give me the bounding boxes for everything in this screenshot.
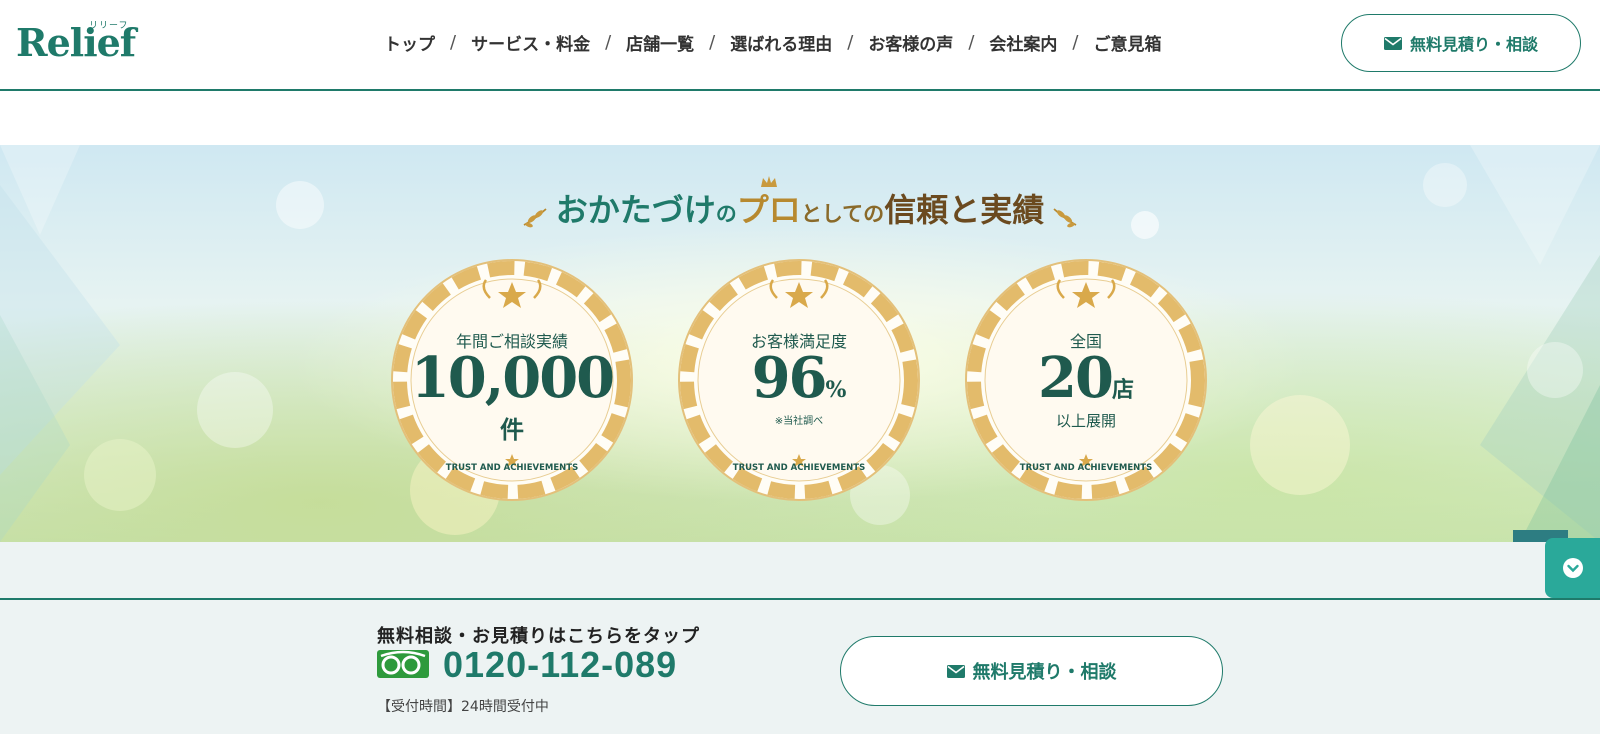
laurel-sprig-left-icon xyxy=(523,207,547,227)
header-estimate-label: 無料見積り・相談 xyxy=(1409,35,1538,54)
nav-separator: / xyxy=(1072,31,1079,53)
footer-estimate-label: 無料見積り・相談 xyxy=(972,662,1117,683)
mail-icon xyxy=(946,664,965,678)
site-header: Relief リリーフ トップ / サービス・料金 / 店舗一覧 / 選ばれる理… xyxy=(0,0,1600,91)
site-logo[interactable]: Relief リリーフ xyxy=(16,16,136,70)
laurel-sprig-right-icon xyxy=(1053,207,1077,227)
section-spacer xyxy=(0,542,1600,598)
nav-separator: / xyxy=(450,31,457,53)
hero-title-part4: としての xyxy=(800,201,885,226)
medal-satisfaction: TRUST AND ACHIEVEMENTS お客様満足度 96% ※当社調べ xyxy=(677,258,921,502)
nav-item-stores[interactable]: 店舗一覧 xyxy=(626,30,694,55)
free-dial-icon xyxy=(377,650,429,678)
nav-separator: / xyxy=(847,31,854,53)
logo-kana: リリーフ xyxy=(89,21,129,31)
crown-icon xyxy=(760,176,777,187)
medal-note: ※当社調べ xyxy=(774,416,824,427)
chevron-down-icon xyxy=(1562,558,1583,578)
reception-hours: 【受付時間】24時間受付中 xyxy=(377,699,549,715)
hero-title-part5: 信頼と実績 xyxy=(884,191,1045,229)
medal-unit: % xyxy=(825,377,847,403)
medal-value-number: 96 xyxy=(751,345,828,411)
hero-title-part1: おかたづけ xyxy=(555,191,716,229)
nav-separator: / xyxy=(968,31,975,53)
nav-item-voices[interactable]: お客様の声 xyxy=(868,30,953,55)
medal-ring-text: TRUST AND ACHIEVEMENTS xyxy=(446,463,578,473)
medal-value-number: 10,000 xyxy=(410,345,615,411)
phone-number-link[interactable]: 0120-112-089 xyxy=(443,644,677,686)
side-drawer-tab[interactable] xyxy=(1545,538,1600,598)
hero-title-part3: プロ xyxy=(736,176,801,229)
medal-value-number: 20 xyxy=(1038,345,1114,411)
hero-title-part3-text: プロ xyxy=(736,191,801,229)
medal-unit: 店 xyxy=(1111,377,1134,403)
medal-ring-text: TRUST AND ACHIEVEMENTS xyxy=(1020,463,1152,473)
global-nav: トップ / サービス・料金 / 店舗一覧 / 選ばれる理由 / お客様の声 / … xyxy=(384,30,1161,55)
nav-separator: / xyxy=(709,31,716,53)
footer-estimate-button[interactable]: 無料見積り・相談 xyxy=(840,636,1223,706)
nav-item-reasons[interactable]: 選ばれる理由 xyxy=(730,30,832,55)
medal-ring-text: TRUST AND ACHIEVEMENTS xyxy=(733,463,865,473)
nav-item-services[interactable]: サービス・料金 xyxy=(471,30,590,55)
nav-separator: / xyxy=(605,31,612,53)
contact-bar: 無料相談・お見積りはこちらをタップ 0120-112-089 【受付時間】24時… xyxy=(0,598,1600,734)
nav-item-feedback[interactable]: ご意見箱 xyxy=(1093,30,1161,55)
medal-value: 96% xyxy=(677,346,921,422)
hero-title: おかたづけの プロとしての信頼と実績 xyxy=(0,176,1600,231)
medal-sub: 件 xyxy=(500,416,524,444)
medal-consultations: TRUST AND ACHIEVEMENTS 年間ご相談実績 10,000 件 xyxy=(390,258,634,502)
hero-title-part2: の xyxy=(715,201,737,226)
nav-item-company[interactable]: 会社案内 xyxy=(989,30,1057,55)
mail-icon xyxy=(1383,36,1402,50)
medal-sub: 以上展開 xyxy=(1055,412,1116,430)
trust-achievements-hero: おかたづけの プロとしての信頼と実績 TRUST AND ACHIEVEMENTS… xyxy=(0,145,1600,542)
header-estimate-button[interactable]: 無料見積り・相談 xyxy=(1341,14,1581,72)
medal-stores: TRUST AND ACHIEVEMENTS 全国 20店 以上展開 xyxy=(964,258,1208,502)
nav-item-top[interactable]: トップ xyxy=(384,30,435,55)
